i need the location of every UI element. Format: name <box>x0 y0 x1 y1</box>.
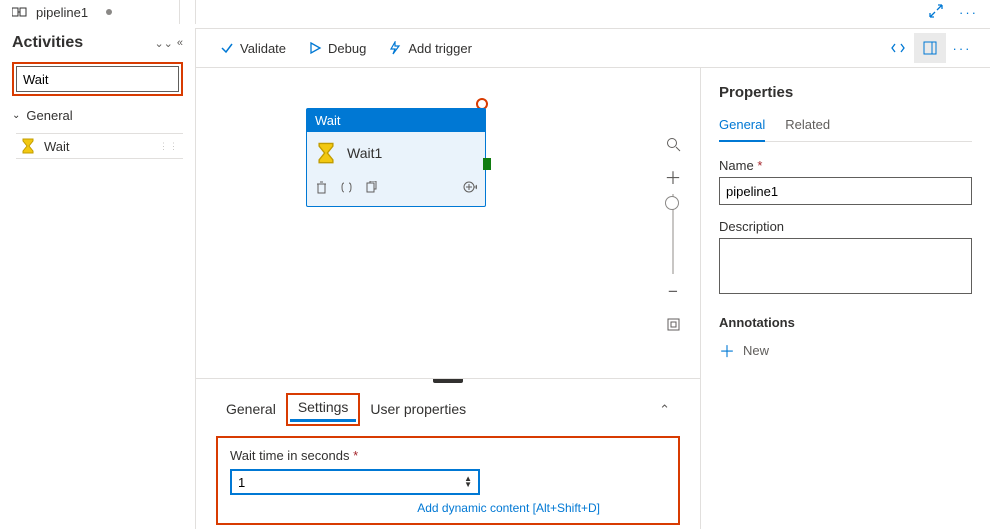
node-name: Wait1 <box>347 145 382 161</box>
hourglass-icon <box>20 138 36 154</box>
chevron-down-icon: ⌄ <box>12 110 20 121</box>
debug-button[interactable]: Debug <box>308 41 366 56</box>
search-highlight-box <box>12 62 183 96</box>
zoom-out-button[interactable]: − <box>658 276 688 308</box>
collapse-left-icon[interactable]: « <box>177 37 183 50</box>
play-icon <box>308 41 322 55</box>
fit-screen-icon[interactable] <box>658 308 688 340</box>
success-port[interactable] <box>483 158 491 170</box>
activities-search-input[interactable] <box>23 72 199 87</box>
add-trigger-label: Add trigger <box>408 41 472 56</box>
description-label: Description <box>719 219 972 234</box>
check-icon <box>220 41 234 55</box>
name-label: Name * <box>719 158 972 173</box>
hourglass-icon <box>315 142 337 164</box>
expand-icon[interactable] <box>925 0 947 25</box>
add-output-icon[interactable] <box>462 180 477 198</box>
zoom-slider[interactable] <box>672 194 674 274</box>
details-tab-settings-highlight: Settings <box>286 393 361 426</box>
wait-activity-node[interactable]: Wait Wait1 <box>306 108 486 207</box>
new-label: New <box>743 343 769 358</box>
details-tab-userprops[interactable]: User properties <box>360 397 476 423</box>
validate-button[interactable]: Validate <box>220 41 286 56</box>
validate-label: Validate <box>240 41 286 56</box>
number-spinner[interactable]: ▲▼ <box>464 476 472 488</box>
plus-icon: ＋ <box>719 338 735 362</box>
divider <box>179 0 180 24</box>
copy-icon[interactable] <box>365 181 378 197</box>
props-tab-general[interactable]: General <box>719 117 765 142</box>
annotations-label: Annotations <box>719 315 972 330</box>
pipeline-icon <box>12 6 30 18</box>
pipeline-name-input[interactable] <box>719 177 972 205</box>
code-braces-icon[interactable] <box>340 181 353 197</box>
zoom-knob[interactable] <box>665 196 679 210</box>
tab-title: pipeline1 <box>36 5 88 20</box>
delete-icon[interactable] <box>315 181 328 197</box>
pipeline-canvas[interactable]: Wait Wait1 ＋ − <box>195 68 700 378</box>
node-type: Wait <box>307 109 485 132</box>
group-label: General <box>26 108 72 123</box>
trigger-icon <box>388 41 402 55</box>
unsaved-indicator <box>106 9 112 15</box>
settings-highlight-box: Wait time in seconds * ▲▼ Add dynamic co… <box>216 436 680 525</box>
wait-time-label: Wait time in seconds * <box>230 448 666 463</box>
add-annotation-button[interactable]: ＋ New <box>719 338 972 362</box>
wait-time-input[interactable] <box>238 475 464 490</box>
details-tab-general[interactable]: General <box>216 397 286 423</box>
resize-handle[interactable] <box>433 379 463 383</box>
pipeline-tab[interactable]: pipeline1 <box>12 5 112 20</box>
details-tab-settings[interactable]: Settings <box>290 397 357 422</box>
collapse-details-icon[interactable]: ⌃ <box>659 402 670 418</box>
toolbar-more-icon[interactable]: ··· <box>946 33 978 63</box>
activity-label: Wait <box>44 139 70 154</box>
activity-wait[interactable]: Wait ⋮⋮ <box>16 133 183 159</box>
group-general[interactable]: ⌄ General <box>12 108 183 123</box>
add-trigger-button[interactable]: Add trigger <box>388 41 472 56</box>
more-icon[interactable]: ··· <box>955 1 982 24</box>
props-tab-related[interactable]: Related <box>785 117 830 141</box>
add-dynamic-content-link[interactable]: Add dynamic content [Alt+Shift+D] <box>230 501 600 515</box>
collapse-down-icon[interactable]: ⌄⌄ <box>154 37 172 50</box>
description-input[interactable] <box>719 238 972 294</box>
properties-toggle-icon[interactable] <box>914 33 946 63</box>
canvas-search-icon[interactable] <box>658 128 688 160</box>
properties-title: Properties <box>719 84 972 101</box>
drag-grip-icon: ⋮⋮ <box>159 141 179 152</box>
debug-label: Debug <box>328 41 366 56</box>
activities-title: Activities <box>12 34 83 52</box>
zoom-in-button[interactable]: ＋ <box>658 160 688 192</box>
code-view-icon[interactable] <box>882 33 914 63</box>
